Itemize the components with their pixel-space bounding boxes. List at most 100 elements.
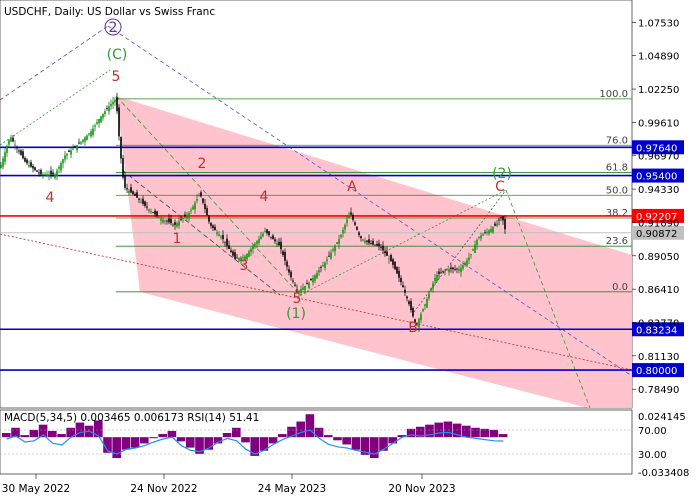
candle-body xyxy=(310,278,312,281)
candle-body xyxy=(122,158,124,178)
candle-body xyxy=(252,246,254,250)
candle-body xyxy=(116,97,118,112)
candle-body xyxy=(306,283,308,285)
wave-label: (C) xyxy=(107,47,128,63)
candle-body xyxy=(430,288,432,291)
date-tick-label: 20 Nov 2023 xyxy=(388,483,455,495)
candle-body xyxy=(108,106,110,112)
wave-label: A xyxy=(347,179,357,195)
candle-body xyxy=(204,203,206,210)
candle-body xyxy=(106,108,108,109)
candle-body xyxy=(480,235,482,239)
macd-bar xyxy=(232,427,241,438)
macd-bar xyxy=(186,437,195,448)
candle-body xyxy=(42,174,44,176)
candle-body xyxy=(148,209,150,211)
candle-body xyxy=(66,153,68,156)
candle-body xyxy=(362,239,364,241)
candle-body xyxy=(332,249,334,251)
candle-body xyxy=(472,249,474,251)
price-tick-label: 0.96970 xyxy=(638,152,679,163)
candle-body xyxy=(96,122,98,124)
candle-body xyxy=(64,155,66,160)
candle-body xyxy=(476,239,478,245)
wave-label: (1) xyxy=(286,306,306,322)
candle-body xyxy=(274,239,276,242)
candle-body xyxy=(452,267,454,270)
candle-body xyxy=(364,240,366,243)
candle-body xyxy=(396,266,398,274)
candle-body xyxy=(188,213,190,218)
candle-body xyxy=(496,223,498,226)
candle-body xyxy=(172,224,174,227)
candle-body xyxy=(180,219,182,221)
candle-body xyxy=(30,162,32,167)
candle-body xyxy=(328,255,330,257)
candle-body xyxy=(340,234,342,238)
candle-body xyxy=(286,261,288,267)
candle-body xyxy=(98,119,100,124)
candle-body xyxy=(466,260,468,266)
candle-body xyxy=(268,231,270,236)
candle-body xyxy=(460,267,462,273)
candle-body xyxy=(72,148,74,150)
candle-body xyxy=(82,139,84,142)
candle-body xyxy=(138,198,140,200)
fib-level-label: 76.0 xyxy=(606,135,628,146)
chart-title: USDCHF, Daily: US Dollar vs Swiss Franc xyxy=(4,6,215,18)
candle-body xyxy=(462,265,464,269)
candle-body xyxy=(130,187,132,193)
price-chart[interactable]: 100.0 76.0 61.8 50.0 38.2 23.6 0.0 2 (C) 5 4 2 4 1 3 5… xyxy=(0,0,700,500)
price-tick-label: 0.81130 xyxy=(638,352,679,363)
candle-body xyxy=(226,238,228,246)
candle-body xyxy=(420,314,422,320)
candle-body xyxy=(392,259,394,265)
candle-body xyxy=(196,198,198,201)
candle-body xyxy=(316,272,318,279)
macd-bar xyxy=(48,430,57,438)
candle-body xyxy=(58,166,60,169)
price-tick-label: 0.91690 xyxy=(638,218,679,229)
candle-body xyxy=(24,157,26,162)
macd-bar xyxy=(149,437,158,439)
wave-label: 3 xyxy=(240,258,249,274)
candle-body xyxy=(194,202,196,210)
candle-body xyxy=(34,167,36,171)
candle-body xyxy=(68,150,70,152)
candle-body xyxy=(160,218,162,221)
candle-body xyxy=(28,165,30,167)
candle-body xyxy=(80,141,82,144)
candle-body xyxy=(446,269,448,271)
candle-body xyxy=(54,174,56,178)
price-tick-label: 1.07530 xyxy=(638,18,679,29)
candle-body xyxy=(144,201,146,206)
candle-body xyxy=(232,251,234,256)
candle-body xyxy=(228,245,230,250)
candle-body xyxy=(174,222,176,225)
candle-body xyxy=(214,226,216,231)
candle-body xyxy=(186,214,188,218)
macd-bar xyxy=(324,435,333,438)
candle-body xyxy=(120,136,122,159)
price-tick-label: 1.02250 xyxy=(638,85,679,96)
candle-body xyxy=(166,220,168,222)
candle-body xyxy=(282,251,284,256)
candle-body xyxy=(38,172,40,174)
candle-body xyxy=(88,133,90,135)
candle-body xyxy=(488,230,490,234)
candle-body xyxy=(100,116,102,123)
wave-label: 2 xyxy=(109,20,118,36)
candle-body xyxy=(0,164,2,169)
fib-level-label: 61.8 xyxy=(606,163,628,174)
candle-body xyxy=(348,214,350,219)
candle-body xyxy=(492,227,494,233)
wave-label: 2 xyxy=(198,156,207,172)
candle-body xyxy=(114,99,116,103)
candle-body xyxy=(78,142,80,144)
candle-body xyxy=(330,252,332,259)
macd-bar xyxy=(57,434,66,438)
candle-body xyxy=(84,137,86,142)
candle-body xyxy=(440,272,442,274)
date-tick-label: 24 Nov 2022 xyxy=(130,483,197,495)
candle-body xyxy=(336,242,338,244)
